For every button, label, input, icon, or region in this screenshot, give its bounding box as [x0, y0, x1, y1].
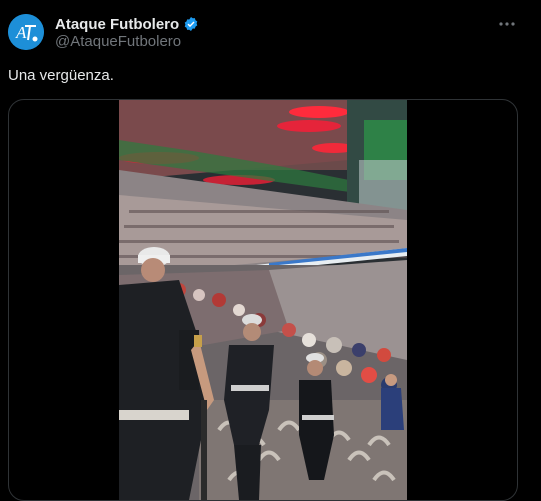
more-horizontal-icon[interactable] [497, 14, 517, 34]
verified-badge-icon [183, 16, 199, 32]
avatar-logo-icon: A [8, 14, 44, 50]
display-name[interactable]: Ataque Futbolero [55, 16, 179, 33]
video-player[interactable] [119, 100, 407, 500]
handle[interactable]: @AtaqueFutbolero [55, 33, 181, 50]
avatar[interactable]: A [8, 14, 44, 50]
media-card[interactable] [8, 99, 518, 501]
tweet: A Ataque Futbolero @AtaqueFutbolero Una … [0, 0, 541, 501]
author-name-line: Ataque Futbolero [55, 14, 199, 34]
stadium-scene-image [119, 100, 407, 500]
tweet-text: Una vergüenza. [8, 67, 114, 84]
